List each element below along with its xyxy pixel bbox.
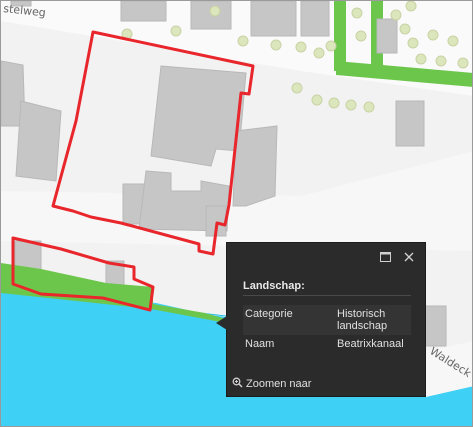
attribute-key: Naam <box>245 338 275 350</box>
map-view[interactable]: stelweg Waldeck Pyrmon Landschap: Catego… <box>0 0 473 427</box>
attribute-key: Categorie <box>243 305 335 335</box>
popup-divider <box>243 295 411 296</box>
zoom-to-label: Zoomen naar <box>246 378 312 390</box>
attribute-value: Historisch landschap <box>335 305 411 335</box>
attribute-row: Naam Beatrixkanaal <box>243 335 411 353</box>
attribute-row: Categorie Historisch landschap <box>243 305 411 335</box>
maximize-icon[interactable] <box>379 251 391 263</box>
magnifier-icon <box>232 377 243 391</box>
popup-title: Landschap: <box>243 280 305 292</box>
close-icon[interactable] <box>403 251 415 263</box>
popup-pointer <box>216 316 227 330</box>
attribute-table: Categorie Historisch landschap Naam Beat… <box>243 305 411 353</box>
green-strip <box>334 1 346 71</box>
feature-popup: Landschap: Categorie Historisch landscha… <box>216 242 426 397</box>
zoom-to-button[interactable]: Zoomen naar <box>232 377 311 391</box>
popup-controls <box>379 251 415 263</box>
attribute-value: Beatrixkanaal <box>337 338 404 350</box>
